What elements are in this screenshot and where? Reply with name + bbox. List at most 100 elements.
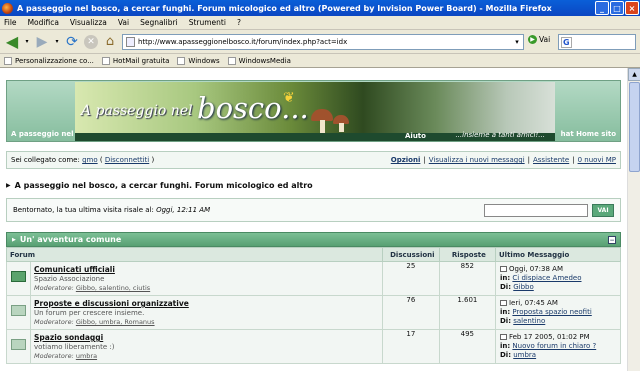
mushroom-stem xyxy=(339,123,344,132)
go-arrow-icon: ▶ xyxy=(528,35,537,44)
logged-in-label: Sei collegato come: xyxy=(11,156,80,164)
forum-moderators: Moderatore: umbra xyxy=(34,352,98,360)
table-row: Proposte e discussioni organizzative Un … xyxy=(6,295,622,330)
bookmark-item[interactable]: HotMail gratuita xyxy=(101,56,169,65)
page-content: A passeggio nel A passeggio nel bosco...… xyxy=(0,68,640,371)
forum-title-link[interactable]: Comunicati ufficiali xyxy=(34,265,379,274)
bookmark-item[interactable]: Personalizzazione co... xyxy=(4,56,94,65)
search-engine-icon[interactable]: G xyxy=(561,36,572,48)
url-text: http://www.apasseggionelbosco.it/forum/i… xyxy=(138,38,348,46)
banner-title-1: A passeggio nel xyxy=(81,103,193,119)
forward-dropdown-icon[interactable]: ▾ xyxy=(54,33,60,51)
page-title-row: ▶ A passeggio nel bosco, a cercar funghi… xyxy=(6,178,621,192)
last-post-icon[interactable] xyxy=(499,334,507,340)
replies-count: 495 xyxy=(438,329,496,364)
header-replies: Risposte xyxy=(438,247,496,262)
last-post-author-link[interactable]: umbra xyxy=(513,351,536,359)
menu-strumenti[interactable]: Strumenti xyxy=(189,18,226,27)
username-link[interactable]: gmo xyxy=(82,156,98,164)
bookmark-icon xyxy=(227,56,236,65)
menu-vai[interactable]: Vai xyxy=(118,18,129,27)
close-button[interactable]: × xyxy=(625,1,639,15)
nav-right-links[interactable]: hat Home sito xyxy=(561,130,616,138)
moderator-link[interactable]: Gibbo, salentino, ciutis xyxy=(76,284,150,292)
scroll-up-icon[interactable]: ▲ xyxy=(628,68,640,81)
category-title[interactable]: Un' avventura comune xyxy=(20,235,121,244)
last-post-topic-link[interactable]: Proposta spazio neofiti xyxy=(512,308,591,316)
menu-modifica[interactable]: Modifica xyxy=(28,18,59,27)
stop-icon[interactable]: ✕ xyxy=(84,34,98,49)
bookmark-icon xyxy=(177,56,186,65)
quick-search-input[interactable] xyxy=(484,204,588,217)
go-button[interactable]: ▶ Vai xyxy=(528,35,550,44)
vertical-scrollbar[interactable]: ▲ xyxy=(627,68,640,371)
header-banner-area: A passeggio nel A passeggio nel bosco...… xyxy=(6,80,621,142)
forum-table: Forum Discussioni Risposte Ultimo Messag… xyxy=(5,247,622,364)
back-dropdown-icon[interactable]: ▾ xyxy=(24,33,30,51)
last-post-author-link[interactable]: Gibbo xyxy=(513,283,534,291)
forum-status-cell xyxy=(6,261,31,296)
menu-segnalibri[interactable]: Segnalibri xyxy=(140,18,178,27)
last-visit-time: Oggi, 12:11 AM xyxy=(156,206,211,214)
forum-page: A passeggio nel A passeggio nel bosco...… xyxy=(5,80,622,371)
last-post-cell: Oggi, 07:38 AM in: Ci dispiace Amedeo Di… xyxy=(494,261,622,296)
banner-tagline: ...insieme a tanti amici!... xyxy=(455,131,545,139)
search-box[interactable]: G xyxy=(558,34,636,50)
forum-description: Spazio Associazione xyxy=(34,275,105,283)
category-arrow-icon: ▶ xyxy=(12,236,16,243)
topics-count: 25 xyxy=(382,261,440,296)
forum-status-cell xyxy=(6,329,31,364)
url-dropdown-icon[interactable]: ▾ xyxy=(511,35,523,49)
table-header-row: Forum Discussioni Risposte Ultimo Messag… xyxy=(5,247,622,262)
last-post-date: Ieri, 07:45 AM xyxy=(508,299,558,307)
home-icon[interactable]: ⌂ xyxy=(101,33,119,51)
pm-link[interactable]: 0 nuovi MP xyxy=(578,156,616,164)
header-topics: Discussioni xyxy=(382,247,440,262)
options-link[interactable]: Opzioni xyxy=(391,156,421,164)
last-post-icon[interactable] xyxy=(499,266,507,272)
logout-link[interactable]: Disconnettiti xyxy=(105,156,149,164)
menu-bar: File Modifica Visualizza Vai Segnalibri … xyxy=(0,16,640,30)
quick-search-button[interactable]: VAI xyxy=(592,204,614,217)
menu-file[interactable]: File xyxy=(4,18,17,27)
back-arrow-icon[interactable]: ◀ xyxy=(3,32,21,51)
menu-visualizza[interactable]: Visualizza xyxy=(70,18,107,27)
last-post-topic-link[interactable]: Nuovo forum in chiaro ? xyxy=(512,342,596,350)
forward-arrow-icon[interactable]: ▶ xyxy=(33,33,51,51)
maximize-button[interactable]: □ xyxy=(610,1,624,15)
user-bar: Sei collegato come: gmo ( Disconnettiti … xyxy=(6,151,621,169)
forum-title-cell: Spazio sondaggi votiamo liberamente :) M… xyxy=(29,329,384,364)
forum-moderators: Moderatore: Gibbo, umbra, Romanus xyxy=(34,318,155,326)
page-title: A passeggio nel bosco, a cercar funghi. … xyxy=(14,180,313,190)
expand-arrow-icon: ▶ xyxy=(6,181,11,189)
forum-title-cell: Proposte e discussioni organizzative Un … xyxy=(29,295,384,330)
forum-title-link[interactable]: Proposte e discussioni organizzative xyxy=(34,299,379,308)
scroll-thumb[interactable] xyxy=(629,82,640,172)
no-new-posts-icon[interactable] xyxy=(11,305,26,316)
bookmark-item[interactable]: WindowsMedia xyxy=(227,56,291,65)
last-post-date: Oggi, 07:38 AM xyxy=(508,265,564,273)
last-post-icon[interactable] xyxy=(499,300,507,306)
collapse-icon[interactable]: − xyxy=(608,236,616,244)
last-post-topic-link[interactable]: Ci dispiace Amedeo xyxy=(512,274,581,282)
new-posts-icon[interactable] xyxy=(11,271,26,282)
last-post-author-link[interactable]: salentino xyxy=(513,317,545,325)
bookmarks-bar: Personalizzazione co... HotMail gratuita… xyxy=(0,54,640,68)
mushroom-stem xyxy=(320,120,325,133)
nav-home-link[interactable]: A passeggio nel xyxy=(11,130,73,138)
new-posts-link[interactable]: Visualizza i nuovi messaggi xyxy=(429,156,525,164)
no-new-posts-icon[interactable] xyxy=(11,339,26,350)
reload-icon[interactable]: ⟳ xyxy=(63,33,81,51)
address-bar[interactable]: http://www.apasseggionelbosco.it/forum/i… xyxy=(122,34,524,50)
moderator-link[interactable]: Gibbo, umbra, Romanus xyxy=(76,318,155,326)
nav-aiuto-link[interactable]: Aiuto xyxy=(405,132,426,140)
moderator-link[interactable]: umbra xyxy=(76,352,97,360)
forum-title-link[interactable]: Spazio sondaggi xyxy=(34,333,379,342)
forum-moderators: Moderatore: Gibbo, salentino, ciutis xyxy=(34,284,151,292)
forum-description: votiamo liberamente :) xyxy=(34,343,115,351)
last-post-cell: Ieri, 07:45 AM in: Proposta spazio neofi… xyxy=(494,295,622,330)
minimize-button[interactable]: _ xyxy=(595,1,609,15)
menu-help[interactable]: ? xyxy=(237,18,241,27)
bookmark-item[interactable]: Windows xyxy=(177,56,220,65)
assistant-link[interactable]: Assistente xyxy=(533,156,569,164)
